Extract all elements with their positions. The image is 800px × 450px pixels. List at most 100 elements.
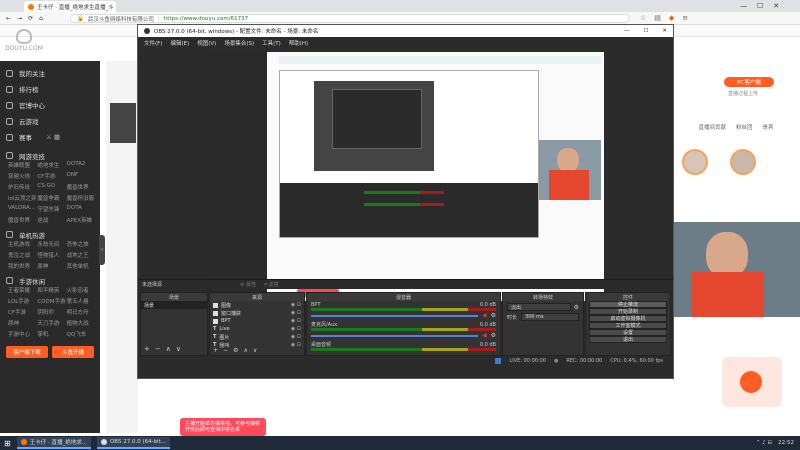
category-link[interactable]: 阴阳师 bbox=[37, 308, 66, 316]
start-recording-button[interactable]: 开始录制 bbox=[589, 308, 667, 315]
mute-icon[interactable]: ◀ bbox=[482, 312, 487, 319]
menu-tools[interactable]: 工具(T) bbox=[262, 39, 281, 47]
visibility-icon[interactable]: ◉ ⊡ bbox=[291, 326, 301, 332]
taskbar-item-browser[interactable]: 王卡仔 · 直播_绝地求... bbox=[16, 437, 91, 449]
rank-avatar[interactable] bbox=[730, 149, 756, 175]
windows-start-icon[interactable]: ⊞ bbox=[4, 439, 11, 448]
move-up-icon[interactable]: ∧ bbox=[166, 345, 171, 353]
gear-icon[interactable]: ⚙ bbox=[233, 347, 238, 354]
minimize-icon[interactable]: — bbox=[740, 2, 747, 10]
source-item[interactable]: 图像 ◉ ⊡ bbox=[210, 301, 304, 309]
category-link[interactable]: 第五人格 bbox=[67, 297, 96, 305]
category-link[interactable]: CF手游 bbox=[8, 308, 37, 316]
category-link[interactable]: 鬼泣之战 bbox=[8, 251, 37, 259]
category-link[interactable]: CF手游 bbox=[37, 172, 66, 180]
menu-scene-collection[interactable]: 场景集合(S) bbox=[224, 39, 254, 47]
category-link[interactable]: 植物大战 bbox=[67, 319, 96, 327]
start-broadcast-button[interactable]: 斗鱼开播 bbox=[52, 346, 94, 358]
source-item[interactable]: T Live ◉ ⊡ bbox=[210, 325, 304, 333]
category-link[interactable]: 原神 bbox=[8, 319, 37, 327]
obs-preview[interactable] bbox=[209, 52, 604, 301]
add-icon[interactable]: + bbox=[144, 345, 150, 353]
stop-streaming-button[interactable]: 停止推流 bbox=[589, 301, 667, 308]
move-down-icon[interactable]: ∨ bbox=[176, 345, 181, 353]
game-icon[interactable]: ◆ bbox=[669, 14, 674, 22]
category-link[interactable]: 逆战 bbox=[37, 216, 66, 224]
filters-button[interactable]: ⌗ 滤镜 bbox=[264, 281, 278, 288]
sidebar-collapse-icon[interactable]: ‹ bbox=[99, 235, 105, 265]
sidebar-item-follow[interactable]: 我的关注 bbox=[6, 65, 96, 81]
browser-tab[interactable]: 王卡仔 · 直播_绝地求生直播_斗 ✕ bbox=[24, 1, 116, 12]
tray-icons[interactable]: ⌃ ♪ ⊟ bbox=[756, 440, 772, 446]
category-link[interactable]: LOL手游 bbox=[8, 297, 37, 305]
sidebar-item-official[interactable]: 官博中心 bbox=[6, 97, 96, 113]
category-link[interactable]: 掌机 bbox=[37, 330, 66, 338]
remove-icon[interactable]: − bbox=[223, 347, 228, 354]
star-icon[interactable]: ☆ bbox=[640, 14, 646, 22]
address-bar[interactable]: 🔒 武汉斗鱼网络科技有限公司 | https://www.douyu.com/6… bbox=[70, 14, 630, 23]
category-link[interactable]: 炉石传说 bbox=[8, 183, 37, 191]
category-link[interactable]: 守望先锋 bbox=[37, 205, 66, 213]
maximize-icon[interactable]: ☐ bbox=[643, 28, 648, 34]
category-link[interactable]: 明日方舟 bbox=[67, 308, 96, 316]
menu-file[interactable]: 文件(F) bbox=[144, 39, 162, 47]
move-up-icon[interactable]: ∧ bbox=[243, 347, 247, 354]
category-link[interactable]: lol云顶之弈 bbox=[8, 194, 37, 202]
category-link[interactable]: VALORA... bbox=[8, 205, 37, 213]
category-link[interactable]: 主机游戏 bbox=[8, 240, 37, 248]
studio-mode-button[interactable]: 工作室模式 bbox=[589, 322, 667, 329]
category-link[interactable]: 天刀手游 bbox=[37, 319, 66, 327]
volume-slider[interactable] bbox=[311, 334, 478, 337]
maximize-icon[interactable]: ☐ bbox=[757, 2, 763, 10]
source-item[interactable]: BPT ◉ ⊡ bbox=[210, 317, 304, 325]
sidebar-item-cloud-game[interactable]: 云游戏 bbox=[6, 113, 96, 129]
pc-client-button[interactable]: PC客户端 bbox=[724, 77, 774, 87]
category-link[interactable]: 英雄联盟 bbox=[8, 161, 37, 169]
category-link[interactable]: 穿越火线 bbox=[8, 172, 37, 180]
minimize-icon[interactable]: — bbox=[624, 28, 630, 34]
category-link[interactable]: 绝地求生 bbox=[37, 161, 66, 169]
source-item[interactable]: T 图片 ◉ ⊡ bbox=[210, 333, 304, 341]
move-down-icon[interactable]: ∨ bbox=[253, 347, 257, 354]
gear-icon[interactable]: ⚙ bbox=[491, 312, 496, 319]
category-link[interactable]: 我的世界 bbox=[8, 262, 37, 270]
category-link[interactable]: QQ飞车 bbox=[67, 330, 96, 338]
volume-slider[interactable] bbox=[311, 314, 478, 317]
video-thumbnail[interactable] bbox=[110, 103, 136, 143]
home-icon[interactable]: ⌂ bbox=[39, 15, 43, 22]
properties-button[interactable]: ⚙ 属性 bbox=[240, 281, 256, 288]
category-link[interactable]: CS:GO bbox=[37, 183, 66, 191]
category-link[interactable]: 手游中心 bbox=[8, 330, 37, 338]
scene-item[interactable]: 场景 bbox=[141, 301, 207, 309]
menu-edit[interactable]: 编辑(E) bbox=[170, 39, 189, 47]
category-link[interactable]: 王者荣耀 bbox=[8, 286, 37, 294]
refresh-icon[interactable]: ⟳ bbox=[28, 15, 33, 22]
visibility-icon[interactable]: ◉ ⊡ bbox=[291, 302, 301, 308]
category-link[interactable]: 其他单机 bbox=[67, 262, 96, 270]
promo-banner[interactable] bbox=[722, 357, 782, 407]
category-link[interactable]: 魔兽世界 bbox=[67, 183, 96, 191]
category-link[interactable]: 魔兽怀旧服 bbox=[67, 194, 96, 202]
taskbar-item-obs[interactable]: OBS 27.0.0 (64-bit... bbox=[96, 437, 170, 449]
category-link[interactable]: 怪物猎人 bbox=[37, 251, 66, 259]
category-link[interactable]: APEX英雄 bbox=[67, 216, 96, 224]
add-icon[interactable]: + bbox=[213, 347, 218, 354]
forward-icon[interactable]: → bbox=[17, 15, 22, 22]
transition-select[interactable]: 淡出 bbox=[507, 303, 571, 311]
download-client-button[interactable]: 客户端下载 bbox=[6, 346, 48, 358]
category-link[interactable]: 原神 bbox=[37, 262, 66, 270]
exit-button[interactable]: 退出 bbox=[589, 336, 667, 343]
mute-icon[interactable]: ◀ bbox=[482, 332, 487, 339]
gear-icon[interactable]: ⚙ bbox=[491, 332, 496, 339]
menu-icon[interactable]: ≡ bbox=[682, 14, 688, 22]
category-link[interactable]: 恐怖之旅 bbox=[67, 240, 96, 248]
tab-contribution[interactable]: 直播间贡献 bbox=[698, 123, 726, 131]
rank-avatar[interactable] bbox=[682, 149, 708, 175]
duration-input[interactable]: 300 ms bbox=[521, 313, 579, 321]
category-link[interactable]: 魔兽争霸 bbox=[37, 194, 66, 202]
taskbar-clock[interactable]: 22:52 bbox=[778, 440, 794, 446]
sidebar-item-ranking[interactable]: 排行榜 bbox=[6, 81, 96, 97]
category-link[interactable]: DOTA bbox=[67, 205, 96, 213]
category-link[interactable]: CODM手游 bbox=[37, 297, 66, 305]
settings-button[interactable]: 设置 bbox=[589, 329, 667, 336]
